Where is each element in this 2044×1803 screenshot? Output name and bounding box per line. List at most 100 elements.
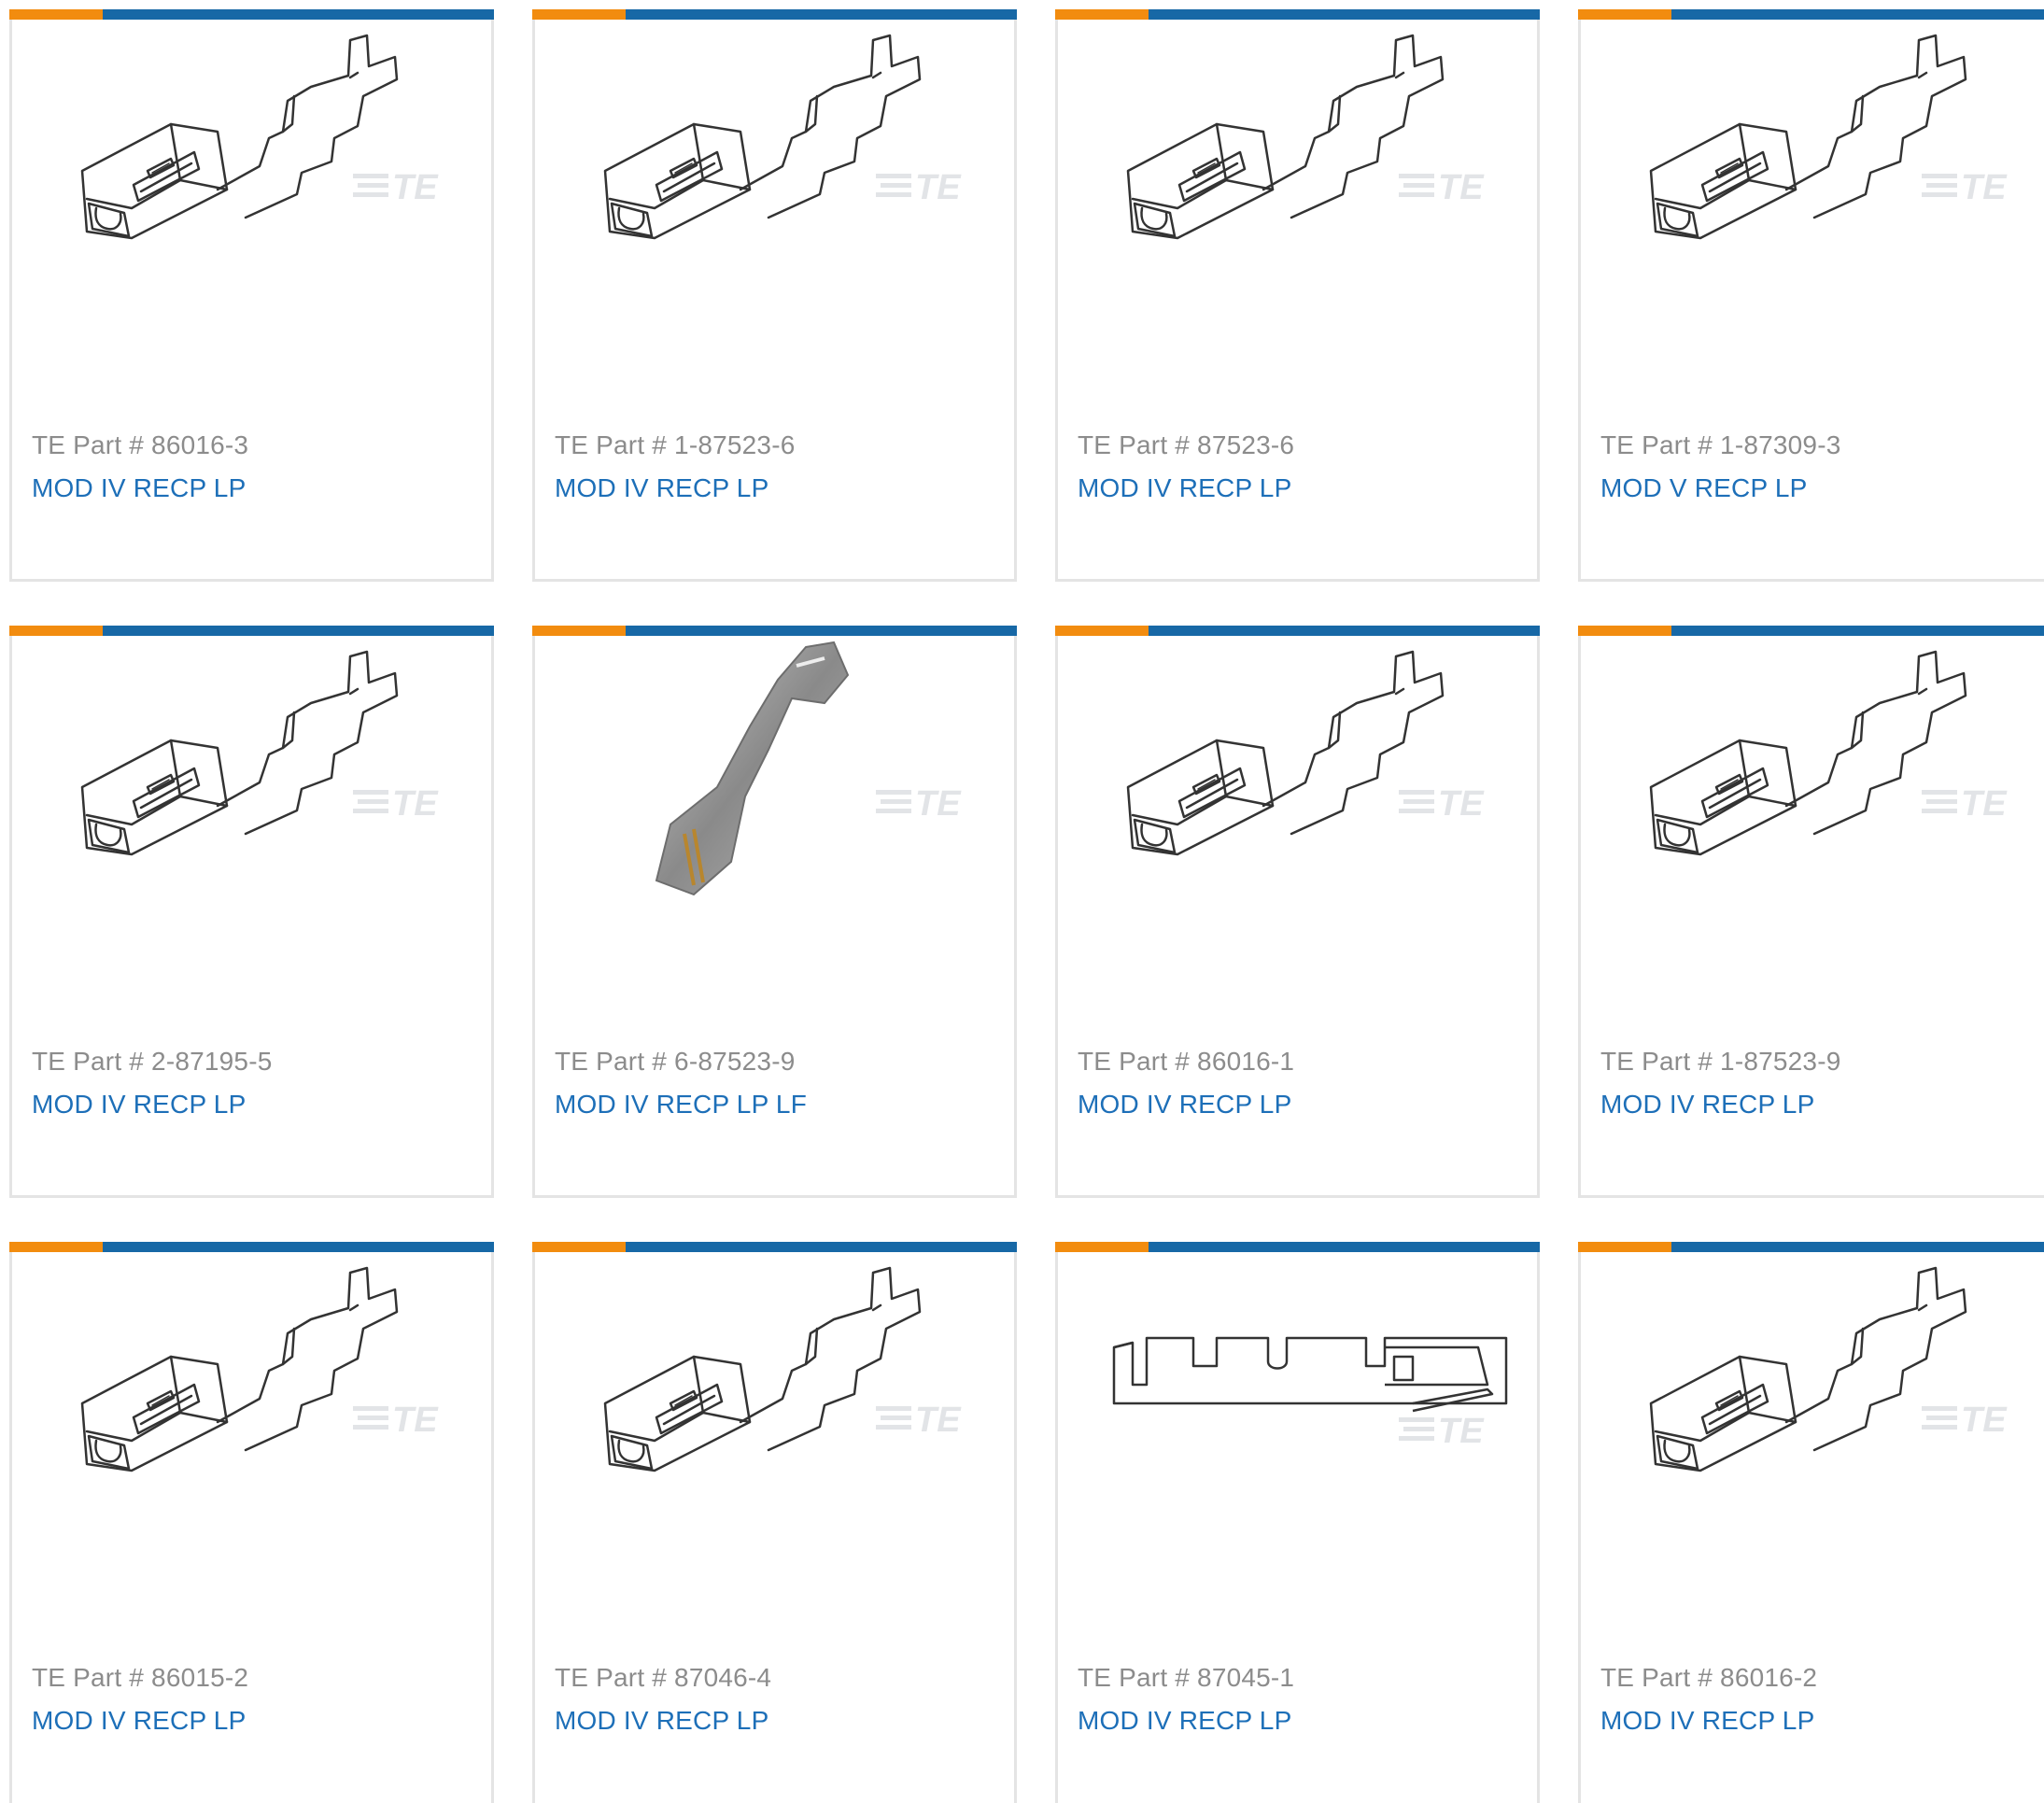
accent-blue <box>1149 626 1540 636</box>
svg-text:TE: TE <box>1961 1401 2008 1440</box>
receptacle-drawing-icon: TE <box>1649 34 2008 240</box>
product-image[interactable]: TE <box>1600 21 2044 302</box>
accent-blue <box>626 1242 1017 1252</box>
product-description-link[interactable]: MOD V RECP LP <box>1600 473 1807 503</box>
product-card[interactable]: TE TE Part # 1-87523-6 MOD IV RECP LP <box>532 9 1017 582</box>
receptacle-drawing-icon: TE <box>1126 34 1485 240</box>
card-accent-bar <box>9 1242 494 1252</box>
accent-orange <box>9 9 103 20</box>
product-card[interactable]: TE TE Part # 87523-6 MOD IV RECP LP <box>1055 9 1540 582</box>
svg-text:TE: TE <box>1438 1412 1485 1451</box>
accent-orange <box>532 626 626 636</box>
card-accent-bar <box>1578 1242 2044 1252</box>
product-card[interactable]: TE TE Part # 1-87309-3 MOD V RECP LP <box>1578 9 2044 582</box>
card-accent-bar <box>1578 626 2044 636</box>
product-description-link[interactable]: MOD IV RECP LP <box>555 1706 768 1736</box>
accent-blue <box>103 1242 494 1252</box>
part-number: TE Part # 1-87523-9 <box>1600 1047 1841 1076</box>
product-image[interactable]: TE <box>1077 638 1525 918</box>
card-accent-bar <box>1055 9 1540 20</box>
svg-text:TE: TE <box>1961 168 2008 207</box>
product-description-link[interactable]: MOD IV RECP LP <box>32 473 246 503</box>
product-image[interactable]: TE <box>31 21 479 302</box>
receptacle-drawing-icon: TE <box>80 1266 439 1472</box>
card-accent-bar <box>532 9 1017 20</box>
accent-orange <box>1055 1242 1149 1252</box>
part-number: TE Part # 86016-3 <box>32 430 249 459</box>
accent-orange <box>9 626 103 636</box>
accent-orange <box>532 9 626 20</box>
svg-text:TE: TE <box>915 168 962 207</box>
accent-orange <box>1578 626 1671 636</box>
product-card[interactable]: TE TE Part # 87046-4 MOD IV RECP LP <box>532 1242 1017 1803</box>
product-card[interactable]: TE TE Part # 2-87195-5 MOD IV RECP LP <box>9 626 494 1198</box>
product-image[interactable]: TE <box>1077 1254 1525 1534</box>
part-number: TE Part # 2-87195-5 <box>32 1047 273 1076</box>
product-image[interactable]: TE <box>1077 21 1525 302</box>
product-description-link[interactable]: MOD IV RECP LP <box>32 1090 246 1120</box>
product-image[interactable]: TE <box>554 638 1002 918</box>
product-image[interactable]: TE <box>31 638 479 918</box>
svg-text:TE: TE <box>392 784 439 824</box>
receptacle-drawing-icon: TE <box>1649 1266 2008 1472</box>
product-image[interactable]: TE <box>1600 638 2044 918</box>
accent-blue <box>1671 1242 2044 1252</box>
receptacle-drawing-icon: TE <box>603 1266 962 1472</box>
svg-text:TE: TE <box>1438 784 1485 824</box>
card-accent-bar <box>9 9 494 20</box>
product-card[interactable]: TE TE Part # 86016-3 MOD IV RECP LP <box>9 9 494 582</box>
part-number: TE Part # 1-87523-6 <box>555 430 796 459</box>
part-number: TE Part # 6-87523-9 <box>555 1047 796 1076</box>
receptacle-drawing-icon: TE <box>603 34 962 240</box>
accent-blue <box>103 626 494 636</box>
product-description-link[interactable]: MOD IV RECP LP <box>1078 1090 1291 1120</box>
receptacle-drawing-icon: TE <box>80 34 439 240</box>
part-number: TE Part # 87523-6 <box>1078 430 1295 459</box>
product-description-link[interactable]: MOD IV RECP LP <box>1078 1706 1291 1736</box>
product-description-link[interactable]: MOD IV RECP LP <box>555 473 768 503</box>
accent-blue <box>103 9 494 20</box>
product-card[interactable]: TE TE Part # 6-87523-9 MOD IV RECP LP LF <box>532 626 1017 1198</box>
accent-orange <box>1578 1242 1671 1252</box>
accent-orange <box>1578 9 1671 20</box>
receptacle-drawing-icon: TE <box>1126 650 1485 856</box>
product-card[interactable]: TE TE Part # 86016-2 MOD IV RECP LP <box>1578 1242 2044 1803</box>
accent-blue <box>626 9 1017 20</box>
receptacle-drawing-icon: TE <box>80 650 439 856</box>
accent-orange <box>1055 626 1149 636</box>
part-number: TE Part # 86015-2 <box>32 1663 249 1692</box>
product-image[interactable]: TE <box>1600 1254 2044 1534</box>
accent-blue <box>1149 1242 1540 1252</box>
part-number: TE Part # 1-87309-3 <box>1600 430 1841 459</box>
product-image[interactable]: TE <box>31 1254 479 1534</box>
product-description-link[interactable]: MOD IV RECP LP <box>1078 473 1291 503</box>
svg-text:TE: TE <box>1961 784 2008 824</box>
receptacle-photo-icon: TE <box>655 641 962 896</box>
product-description-link[interactable]: MOD IV RECP LP <box>1600 1706 1814 1736</box>
svg-text:TE: TE <box>915 784 962 824</box>
part-number: TE Part # 86016-2 <box>1600 1663 1818 1692</box>
part-number: TE Part # 86016-1 <box>1078 1047 1295 1076</box>
accent-orange <box>1055 9 1149 20</box>
accent-blue <box>1671 626 2044 636</box>
card-accent-bar <box>1055 626 1540 636</box>
product-card[interactable]: TE TE Part # 86016-1 MOD IV RECP LP <box>1055 626 1540 1198</box>
product-description-link[interactable]: MOD IV RECP LP LF <box>555 1090 807 1120</box>
card-accent-bar <box>532 1242 1017 1252</box>
product-card[interactable]: TE TE Part # 86015-2 MOD IV RECP LP <box>9 1242 494 1803</box>
part-number: TE Part # 87045-1 <box>1078 1663 1295 1692</box>
accent-orange <box>532 1242 626 1252</box>
card-accent-bar <box>1578 9 2044 20</box>
accent-blue <box>1671 9 2044 20</box>
product-description-link[interactable]: MOD IV RECP LP <box>32 1706 246 1736</box>
product-card[interactable]: TE TE Part # 87045-1 MOD IV RECP LP <box>1055 1242 1540 1803</box>
product-grid: TE TE Part # 86016-3 MOD IV RECP LP TE T… <box>0 0 2044 1803</box>
receptacle-drawing-icon: TE <box>1649 650 2008 856</box>
receptacle-side-drawing-icon: TE <box>1112 1336 1508 1451</box>
product-card[interactable]: TE TE Part # 1-87523-9 MOD IV RECP LP <box>1578 626 2044 1198</box>
svg-text:TE: TE <box>392 168 439 207</box>
product-image[interactable]: TE <box>554 21 1002 302</box>
svg-text:TE: TE <box>392 1401 439 1440</box>
product-description-link[interactable]: MOD IV RECP LP <box>1600 1090 1814 1120</box>
product-image[interactable]: TE <box>554 1254 1002 1534</box>
